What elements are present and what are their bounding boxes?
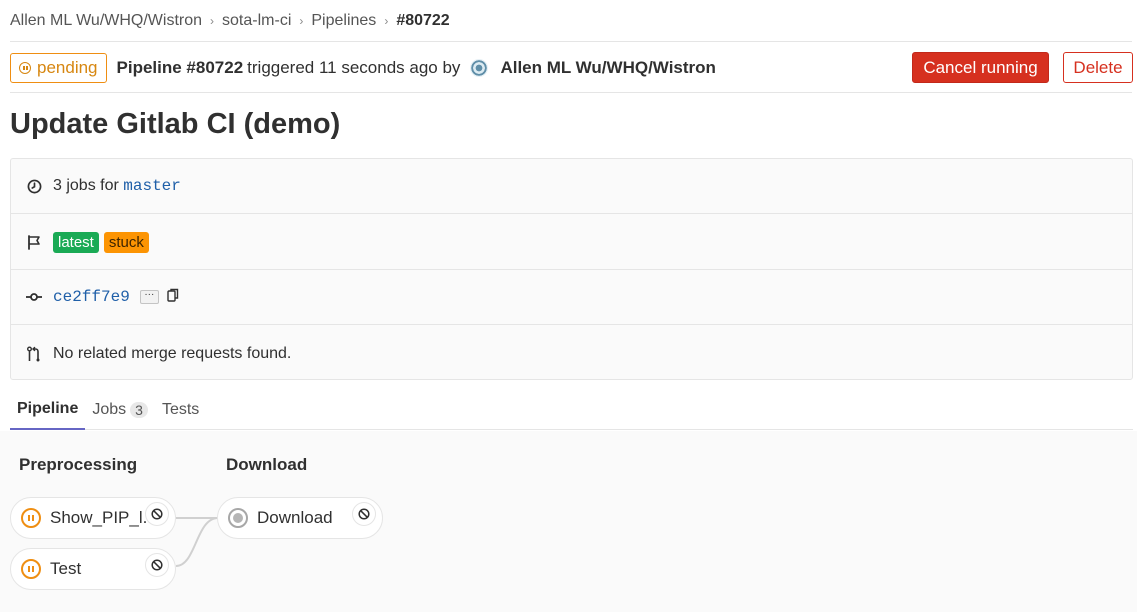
created-status-icon [228, 508, 248, 528]
job-name: Download [257, 508, 333, 527]
cancel-icon [358, 508, 370, 520]
job-name: Show_PIP_l... [50, 508, 157, 527]
pending-pause-icon [21, 559, 41, 579]
stage-title-download: Download [226, 455, 308, 474]
pending-pause-icon [21, 508, 41, 528]
cancel-icon [151, 508, 163, 520]
cancel-job-button[interactable] [352, 502, 376, 526]
job-test[interactable]: Test [10, 548, 176, 590]
job-show-pip[interactable]: Show_PIP_l... [10, 497, 176, 539]
cancel-job-button[interactable] [145, 502, 169, 526]
job-download[interactable]: Download [217, 497, 383, 539]
stage-title-preprocessing: Preprocessing [19, 455, 138, 474]
cancel-job-button[interactable] [145, 553, 169, 577]
job-name: Test [50, 559, 82, 578]
cancel-icon [151, 559, 163, 571]
